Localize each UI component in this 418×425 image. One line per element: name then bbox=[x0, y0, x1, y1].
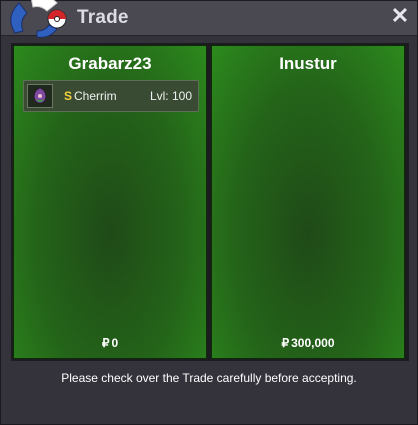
trade-item-row[interactable]: S Cherrim Lvl: 100 bbox=[23, 80, 199, 112]
title-bar[interactable]: Trade ✕ bbox=[1, 0, 417, 38]
trade-panels: Grabarz23 S Cherrim Lvl: 100 ₽0 Inustur bbox=[11, 43, 409, 361]
left-money-value: 0 bbox=[111, 336, 119, 350]
right-trade-panel: Inustur ₽300,000 bbox=[211, 45, 405, 359]
trade-window: Trade ✕ Grabarz23 S Cherrim Lvl: 100 ₽0 bbox=[0, 0, 418, 425]
left-player-name: Grabarz23 bbox=[68, 54, 152, 73]
footer-message: Please check over the Trade carefully be… bbox=[61, 371, 357, 385]
right-player-name: Inustur bbox=[279, 54, 337, 73]
trade-logo-icon bbox=[10, 0, 67, 38]
right-money: ₽300,000 bbox=[212, 336, 404, 350]
close-icon[interactable]: ✕ bbox=[389, 5, 411, 27]
currency-icon: ₽ bbox=[281, 336, 290, 350]
currency-icon: ₽ bbox=[101, 336, 110, 350]
left-trade-panel: Grabarz23 S Cherrim Lvl: 100 ₽0 bbox=[13, 45, 207, 359]
shiny-mark-icon: S bbox=[64, 89, 73, 103]
window-title: Trade bbox=[77, 7, 129, 28]
right-money-value: 300,000 bbox=[291, 336, 335, 350]
item-name: Cherrim bbox=[74, 89, 117, 103]
left-money: ₽0 bbox=[14, 336, 206, 350]
cherrim-sprite-icon bbox=[27, 84, 53, 108]
item-level: Lvl: 100 bbox=[149, 89, 192, 103]
